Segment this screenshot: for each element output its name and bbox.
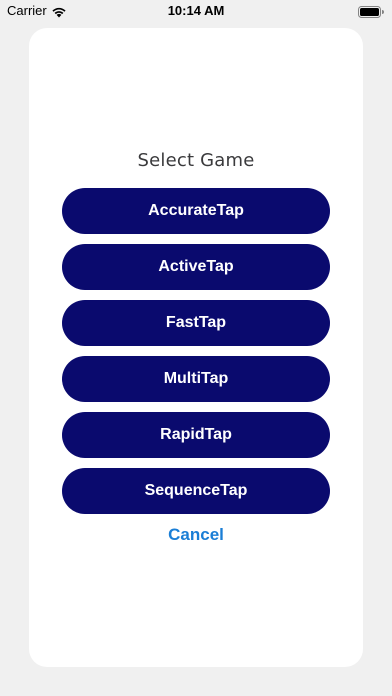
status-bar: Carrier 10:14 AM [0,0,392,22]
sequencetap-button[interactable]: SequenceTap [62,468,330,514]
fasttap-button[interactable]: FastTap [62,300,330,346]
cancel-button[interactable]: Cancel [29,525,363,545]
sheet-title: Select Game [137,150,255,171]
activetap-button[interactable]: ActiveTap [62,244,330,290]
multitap-button[interactable]: MultiTap [62,356,330,402]
accuratetap-button[interactable]: AccurateTap [62,188,330,234]
game-selection-sheet: Select Game AccurateTap ActiveTap FastTa… [29,28,363,667]
battery-icon [358,5,384,18]
game-list: AccurateTap ActiveTap FastTap MultiTap R… [62,188,330,514]
status-time: 10:14 AM [167,3,225,18]
rapidtap-button[interactable]: RapidTap [62,412,330,458]
